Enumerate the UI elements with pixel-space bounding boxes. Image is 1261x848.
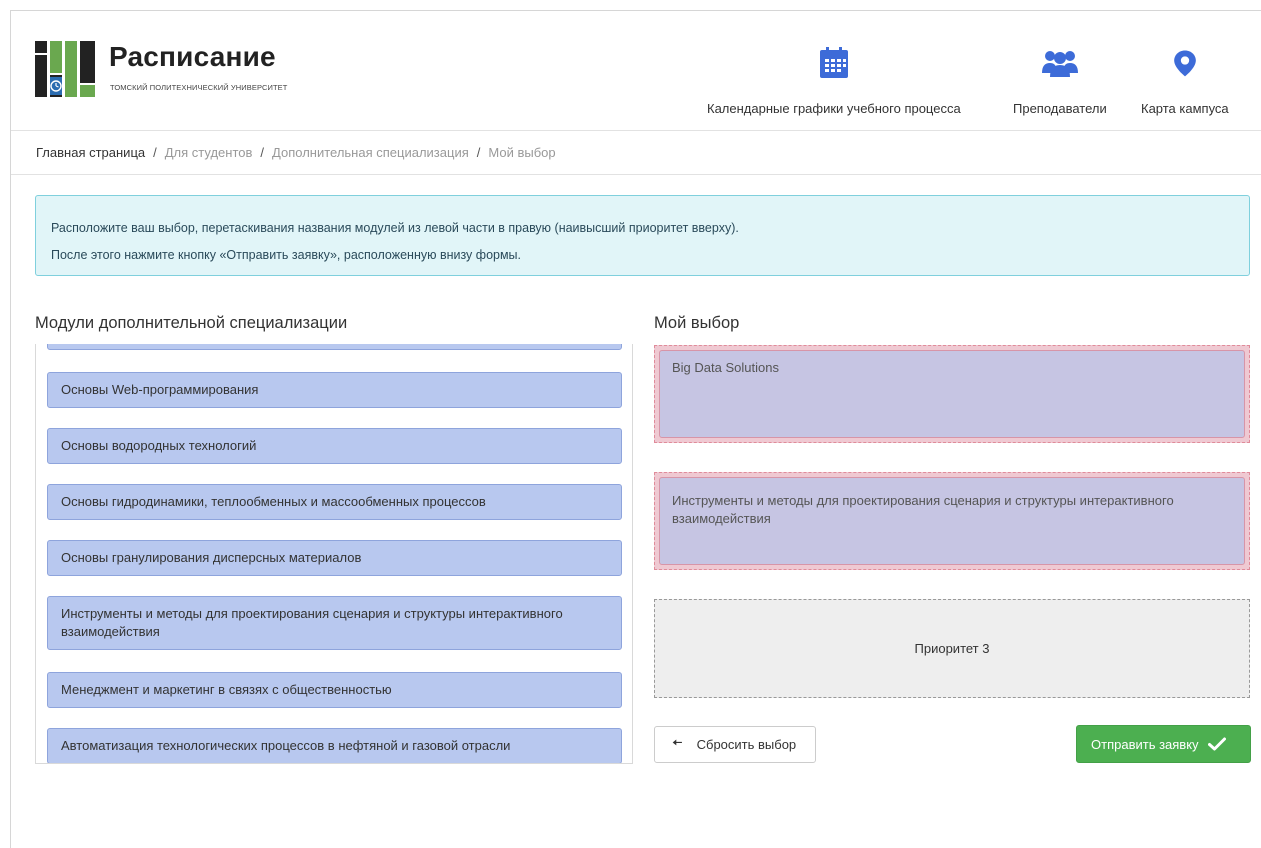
module-item[interactable]: Инструменты и методы для проектирования … [47, 596, 622, 650]
university-name: ТОМСКИЙ ПОЛИТЕХНИЧЕСКИЙ УНИВЕРСИТЕТ [110, 83, 288, 92]
module-item[interactable]: Основы водородных технологий [47, 428, 622, 464]
breadcrumb-separator: / [476, 145, 481, 160]
module-item[interactable]: Основы Web-программирования [47, 372, 622, 408]
reset-button[interactable]: 🠤 Сбросить выбор [654, 726, 816, 763]
nav-calendar-label: Календарные графики учебного процесса [707, 101, 961, 116]
info-alert: Расположите ваш выбор, перетаскивания на… [35, 195, 1250, 276]
nav-campus-map[interactable]: Карта кампуса [1141, 47, 1229, 116]
breadcrumb-divider [11, 174, 1261, 175]
breadcrumb-separator: / [153, 145, 157, 160]
nav-teachers[interactable]: Преподаватели [1013, 47, 1107, 116]
module-item[interactable]: Автоматизация технологических процессов … [47, 728, 622, 763]
priority-slot-1[interactable]: Big Data Solutions [654, 345, 1250, 443]
nav-calendar[interactable]: Календарные графики учебного процесса [707, 47, 961, 116]
site-header: Расписание ТОМСКИЙ ПОЛИТЕХНИЧЕСКИЙ УНИВЕ… [11, 11, 1261, 131]
map-pin-icon [1173, 50, 1196, 77]
check-icon [1207, 737, 1226, 751]
arrow-left-icon: 🠤 [672, 734, 683, 750]
chosen-module[interactable]: Инструменты и методы для проектирования … [659, 477, 1245, 565]
submit-button[interactable]: Отправить заявку [1076, 725, 1251, 763]
module-item[interactable]: Основы гранулирования дисперсных материа… [47, 540, 622, 576]
breadcrumb-current: Мой выбор [488, 145, 556, 160]
submit-button-label: Отправить заявку [1091, 736, 1199, 752]
chosen-module[interactable]: Big Data Solutions [659, 350, 1245, 438]
breadcrumb-home[interactable]: Главная страница [36, 145, 145, 160]
nav-campus-map-label: Карта кампуса [1141, 101, 1229, 116]
breadcrumb-separator: / [260, 145, 265, 160]
breadcrumb-specialization[interactable]: Дополнительная специализация [272, 145, 469, 160]
alert-line-1: Расположите ваш выбор, перетаскивания на… [51, 221, 739, 235]
modules-heading: Модули дополнительной специализации [35, 314, 348, 332]
site-title[interactable]: Расписание [109, 41, 276, 73]
breadcrumb: Главная страница / Для студентов / Дополните… [36, 145, 556, 160]
nav-teachers-label: Преподаватели [1013, 101, 1107, 116]
priority-slot-2[interactable]: Инструменты и методы для проектирования … [654, 472, 1250, 570]
calendar-icon [819, 47, 848, 78]
module-item[interactable]: Менеджмент и маркетинг в связях с общест… [47, 672, 622, 708]
module-item-partial[interactable] [47, 344, 622, 350]
tpu-logo[interactable] [35, 41, 95, 97]
breadcrumb-students[interactable]: Для студентов [165, 145, 253, 160]
reset-button-label: Сбросить выбор [696, 737, 797, 752]
module-item[interactable]: Основы гидродинамики, теплообменных и ма… [47, 484, 622, 520]
my-choice-heading: Мой выбор [654, 314, 740, 332]
modules-list[interactable]: Основы Web-программирования Основы водор… [35, 344, 633, 764]
alert-line-2: После этого нажмите кнопку «Отправить за… [51, 248, 522, 262]
people-icon [1041, 51, 1078, 77]
priority-slot-3[interactable]: Приоритет 3 [654, 599, 1250, 698]
